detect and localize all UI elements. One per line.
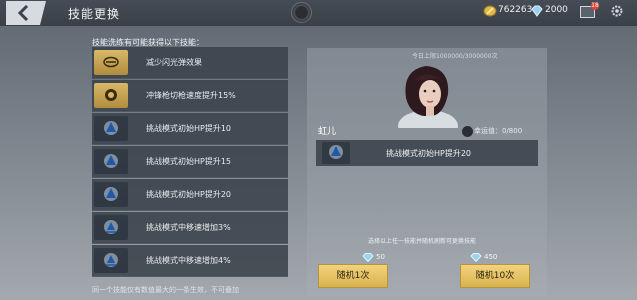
back-button[interactable] <box>6 1 46 25</box>
draw-one-button[interactable]: 随机1次 <box>318 264 388 288</box>
current-skill-slot[interactable]: 挑战模式初始HP提升20 <box>316 140 538 166</box>
skill-row[interactable]: 挑战模式中移速增加3% <box>92 212 288 244</box>
skill-row[interactable]: 挑战模式中移速增加4% <box>92 245 288 277</box>
skill-row[interactable]: 冲锋枪切枪速度提升15% <box>92 80 288 112</box>
hp-boost-icon <box>322 142 350 164</box>
settings-icon[interactable] <box>611 5 623 17</box>
skill-row[interactable]: 减少闪光弹效果 <box>92 47 288 79</box>
gold-coin-icon <box>483 5 497 17</box>
skill-label: 减少闪光弹效果 <box>146 58 202 67</box>
skill-label: 挑战模式中移速增加4% <box>146 256 231 265</box>
diamond-icon <box>470 253 482 262</box>
skill-label: 挑战模式初始HP提升10 <box>146 124 232 133</box>
draw-ten-cost: 450 <box>484 253 498 261</box>
luck-value: 幸运值：0/800 <box>474 127 523 135</box>
diamond-icon <box>531 5 543 17</box>
draw-ten-button[interactable]: 随机10次 <box>460 264 530 288</box>
skill-footer-note: 同一个技能仅有数值最大的一条生效，不可叠加 <box>92 286 239 294</box>
skill-label: 挑战模式初始HP提升15 <box>146 157 232 166</box>
character-name: 虹儿 <box>318 127 337 137</box>
skill-label: 挑战模式初始HP提升20 <box>146 190 232 199</box>
page-title: 技能更换 <box>68 7 121 21</box>
diamond-icon <box>362 253 374 262</box>
speed-boost-icon <box>94 248 128 273</box>
flash-reduction-icon <box>94 50 128 75</box>
hp-boost-icon <box>94 149 128 174</box>
character-portrait <box>398 66 458 128</box>
skill-pool-list[interactable]: 减少闪光弹效果 冲锋枪切枪速度提升15% 挑战模式初始HP提升10 挑战模式初始… <box>92 47 288 285</box>
speed-boost-icon <box>94 215 128 240</box>
skill-label: 挑战模式中移速增加3% <box>146 223 231 232</box>
mail-badge: 18 <box>591 2 599 10</box>
hp-boost-icon <box>94 116 128 141</box>
camera-dot-icon <box>291 2 312 23</box>
skill-row[interactable]: 挑战模式初始HP提升15 <box>92 146 288 178</box>
skill-row[interactable]: 挑战模式初始HP提升10 <box>92 113 288 145</box>
chevron-left-icon <box>17 5 29 21</box>
luck-icon <box>461 125 474 138</box>
skill-label: 冲锋枪切枪速度提升15% <box>146 91 236 100</box>
refresh-hint: 选择以上任一技能并随机刷新可更换技能 <box>368 238 477 245</box>
gem-count: 2000 <box>545 5 568 15</box>
weapon-switch-icon <box>94 83 128 108</box>
current-skill-label: 挑战模式初始HP提升20 <box>386 149 472 158</box>
hp-boost-icon <box>94 182 128 207</box>
coin-count: 762263 <box>498 5 533 15</box>
skill-row[interactable]: 挑战模式初始HP提升20 <box>92 179 288 211</box>
draw-one-cost: 50 <box>376 253 385 261</box>
